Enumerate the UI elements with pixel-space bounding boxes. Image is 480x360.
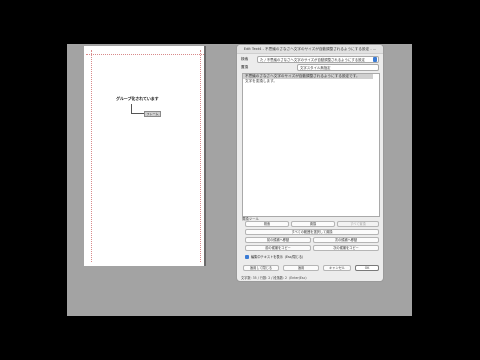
ok-button[interactable]: OK [355,265,379,271]
replace-all-button[interactable]: すべて置換 [337,221,379,227]
replace-select[interactable]: 文字スタイル無指定 [297,64,379,71]
cancel-button[interactable]: キャンセル [323,265,351,271]
prev-match-button[interactable]: 前の候補へ移動 [245,237,311,243]
apply-button[interactable]: 適用 [283,265,319,271]
replace-select-value: 文字スタイル無指定 [300,66,331,70]
margin-guide-left [91,50,92,262]
status-bar: 文字数: 35 / 行数: 2 / 段落数: 2（Enter/Esc） [241,276,309,280]
apply-and-close-button[interactable]: 適用して閉じる [243,265,279,271]
find-label: 検索 [241,57,249,61]
frame-tag: フレーム [144,111,161,117]
text-line-2: 文字を変換します。 [245,79,277,83]
replace-label: 置換 [241,65,249,69]
replace-button[interactable]: 置換 [291,221,335,227]
search-button[interactable]: 検索 [245,221,289,227]
find-select-value: た / 不思議のさなさへ文字のサイズが自動調整されるようにする設定 [260,58,365,62]
dialog-title: Edit Text4 - 不思議のさなさへ文字のサイズが自動調整されるようにする… [237,45,383,54]
show-editing-text-checkbox[interactable] [245,255,249,259]
find-select[interactable]: た / 不思議のさなさへ文字のサイズが自動調整されるようにする設定 [257,56,379,63]
margin-guide-top [86,54,204,55]
document-page[interactable] [84,46,206,266]
copy-prev-button[interactable]: 前の候補をコピー [245,245,311,251]
chevron-down-icon [373,57,377,62]
text-editor[interactable]: 不思議のさなさへ文字のサイズが自動調整されるようにする設定です。 文字を変換しま… [242,73,380,217]
checkbox-label: 編集中テキストを表示（Esc/閉じる） [251,255,306,259]
select-all-range-button[interactable]: すべての範囲を選択して置換 [245,229,379,235]
margin-guide-right [200,50,201,262]
next-match-button[interactable]: 次の候補へ移動 [313,237,379,243]
edit-text-dialog: Edit Text4 - 不思議のさなさへ文字のサイズが自動調整されるようにする… [236,44,384,282]
copy-next-button[interactable]: 次の候補をコピー [313,245,379,251]
grouped-text-object[interactable]: グループ化されています [116,96,159,102]
